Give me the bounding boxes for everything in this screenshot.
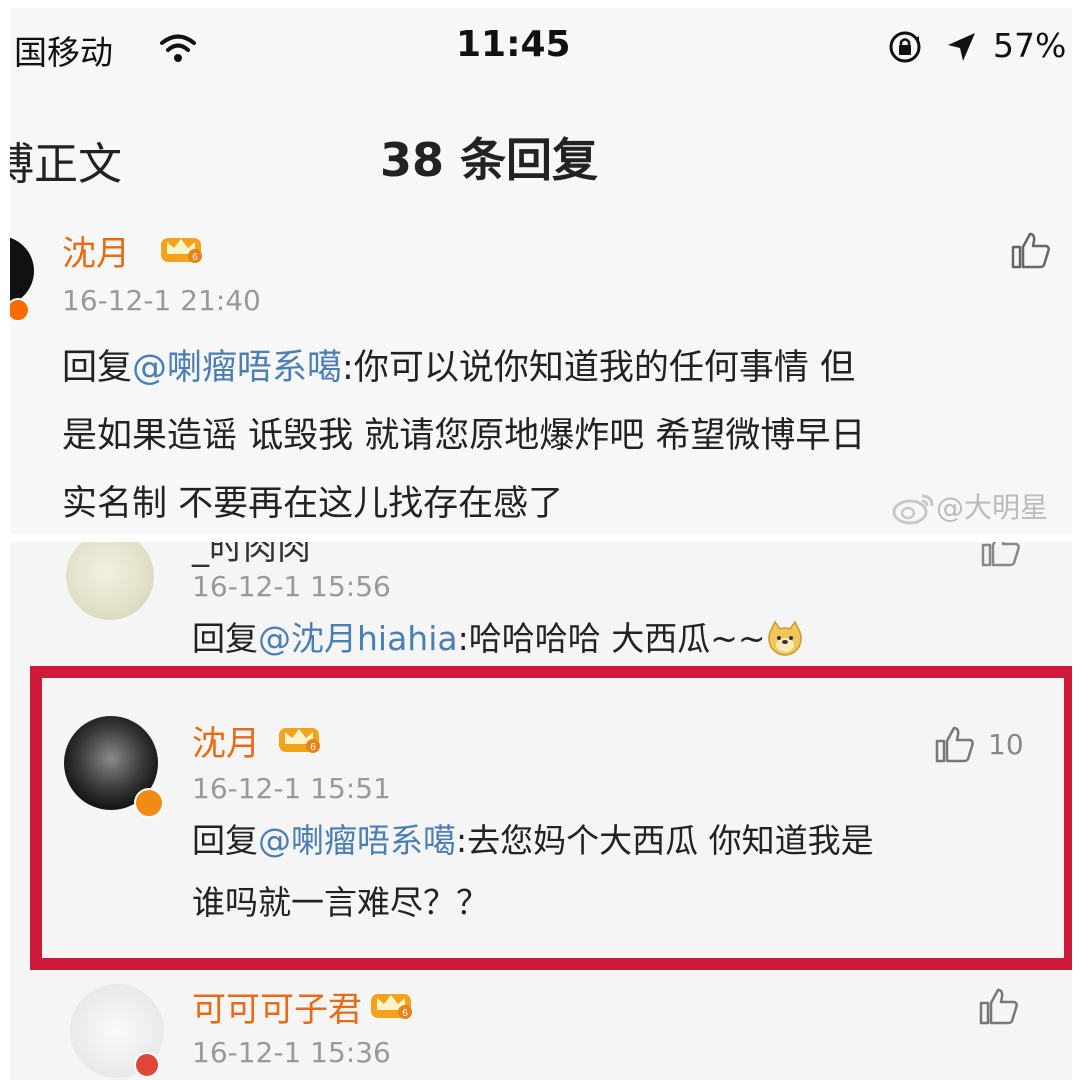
- comment-line-text: :你可以说你知道我的任何事情 但: [342, 348, 855, 388]
- nav-bar: 博正文 38 条回复: [10, 80, 1072, 217]
- comment-line: 回复@喇瘤唔系噶:去您妈个大西瓜 你知道我是: [192, 810, 1012, 872]
- timestamp: 16-12-1 21:40: [62, 284, 261, 317]
- battery-percent: 57%: [993, 26, 1067, 65]
- page-title: 38 条回复: [380, 133, 599, 187]
- like-count: 10: [988, 728, 1024, 761]
- clock: 11:45: [456, 24, 571, 65]
- lock-rotation-icon: [889, 31, 921, 63]
- status-bar: 国移动 11:45 57%: [10, 8, 1072, 80]
- carrier-label: 国移动: [14, 33, 113, 72]
- comment-line: 回复@沈月hiahia:哈哈哈哈 大西瓜~~: [192, 610, 1052, 668]
- timestamp: 16-12-1 15:36: [192, 1036, 391, 1069]
- comment-line: 是如果造谣 诋毁我 就请您原地爆炸吧 希望微博早日: [62, 416, 866, 456]
- svg-text:6: 6: [192, 252, 198, 263]
- thumbs-up-icon[interactable]: [978, 986, 1020, 1026]
- username[interactable]: 沈月: [62, 226, 130, 275]
- svg-text:6: 6: [310, 742, 316, 753]
- username[interactable]: 可可可子君: [192, 982, 362, 1031]
- screenshot-top: 国移动 11:45 57% 博正文 38 条回复 沈月 6 16-12-1 21…: [10, 8, 1072, 534]
- weibo-logo-icon: [892, 494, 934, 525]
- comment-line-text: :去您妈个大西瓜 你知道我是: [456, 821, 874, 860]
- location-arrow-icon: [948, 33, 975, 61]
- back-button[interactable]: 博正文: [10, 128, 122, 192]
- thumbs-up-icon[interactable]: [934, 724, 976, 764]
- mention-link[interactable]: @喇瘤唔系噶: [132, 348, 342, 388]
- avatar[interactable]: [66, 542, 154, 620]
- comment-item-highlighted[interactable]: 沈月 6 16-12-1 15:51 10 回复@喇瘤唔系噶:去您妈个大西瓜 你…: [10, 680, 1072, 940]
- crown-vip-icon: 6: [161, 238, 202, 263]
- comment-item[interactable]: _时肉肉 16-12-1 15:56 回复@沈月hiahia:哈哈哈哈 大西瓜~…: [10, 542, 1072, 670]
- comment-line-text: :哈哈哈哈 大西瓜~~: [457, 619, 766, 658]
- comment-item[interactable]: 沈月 6 16-12-1 21:40 回复@喇瘤唔系噶:你可以说你知道我的任何事…: [10, 216, 1072, 534]
- screenshot-bottom: _时肉肉 16-12-1 15:56 回复@沈月hiahia:哈哈哈哈 大西瓜~…: [10, 542, 1072, 1080]
- reply-prefix: 回复: [192, 619, 258, 658]
- watermark-text: @大明星: [936, 491, 1049, 524]
- crown-vip-icon: 6: [371, 994, 412, 1019]
- verified-badge: [134, 788, 164, 818]
- wifi-icon: [160, 34, 196, 62]
- comment-text: 回复@沈月hiahia:哈哈哈哈 大西瓜~~: [192, 610, 1052, 668]
- comment-line: 回复@喇瘤唔系噶:你可以说你知道我的任何事情 但: [62, 334, 1072, 402]
- avatar[interactable]: [10, 236, 34, 306]
- comment-item[interactable]: 可可可子君 6 16-12-1 15:36: [10, 972, 1072, 1080]
- page: 国移动 11:45 57% 博正文 38 条回复 沈月 6 16-12-1 21…: [0, 0, 1080, 1080]
- timestamp: 16-12-1 15:51: [192, 772, 391, 805]
- verified-badge: [134, 1052, 160, 1078]
- watermark: @大明星: [892, 486, 1048, 526]
- comment-text: 回复@喇瘤唔系噶:去您妈个大西瓜 你知道我是 谁吗就一言难尽？？: [192, 810, 1012, 934]
- reply-prefix: 回复: [192, 821, 258, 860]
- reply-prefix: 回复: [62, 348, 133, 388]
- doge-emoji-icon: [767, 620, 802, 656]
- thumbs-up-icon[interactable]: [980, 542, 1022, 568]
- crown-vip-icon: 6: [279, 728, 320, 753]
- mention-link[interactable]: @喇瘤唔系噶: [258, 821, 456, 860]
- username[interactable]: _时肉肉: [192, 542, 311, 569]
- svg-text:6: 6: [402, 1008, 408, 1019]
- comment-line: 谁吗就一言难尽？？: [192, 883, 489, 922]
- mention-link[interactable]: @沈月hiahia: [258, 619, 458, 658]
- username[interactable]: 沈月: [192, 716, 260, 765]
- thumbs-up-icon[interactable]: [1010, 230, 1052, 270]
- timestamp: 16-12-1 15:56: [192, 570, 391, 603]
- verified-badge: [10, 298, 30, 322]
